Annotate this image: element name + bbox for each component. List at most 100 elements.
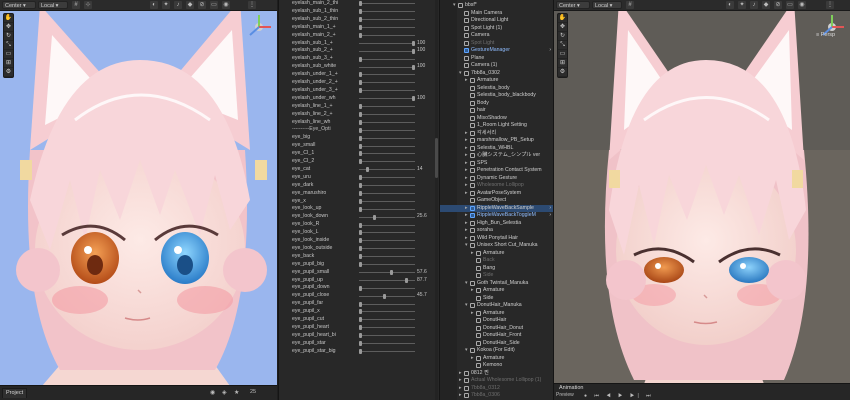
- blendshape-slider-handle[interactable]: [359, 9, 362, 15]
- hierarchy-item[interactable]: ▸ Actual Wholesome Lollipop (1): [440, 377, 553, 385]
- hierarchy-item[interactable]: Spot Light: [440, 40, 553, 48]
- blendshape-slider-handle[interactable]: [412, 96, 415, 102]
- blendshape-slider-track[interactable]: [359, 303, 415, 305]
- scale-tool-icon[interactable]: ⤡: [4, 41, 13, 50]
- 2d-toggle-icon[interactable]: ◐: [150, 1, 158, 9]
- blendshape-slider-handle[interactable]: [359, 119, 362, 125]
- star-icon[interactable]: ★: [234, 389, 239, 396]
- blendshape-slider-track[interactable]: [359, 106, 415, 108]
- collapsed-arrow-icon[interactable]: ▸: [465, 182, 468, 190]
- blendshape-slider-track[interactable]: [359, 113, 415, 115]
- hierarchy-item[interactable]: ▾ Kokoa (For Edit): [440, 347, 553, 355]
- rect-tool-icon[interactable]: ▭: [4, 50, 13, 59]
- blendshape-slider-handle[interactable]: [359, 183, 362, 189]
- blendshape-slider-handle[interactable]: [359, 72, 362, 78]
- hand-tool-icon[interactable]: ✋: [4, 14, 13, 23]
- blendshape-slider-handle[interactable]: [359, 309, 362, 315]
- blendshape-slider-track[interactable]: [359, 34, 415, 36]
- rotate-tool-icon[interactable]: ↻: [4, 32, 13, 41]
- scene-camera-icon-right[interactable]: ▭: [786, 1, 794, 9]
- hierarchy-item[interactable]: ▸ 心臓システム_シンプル ver: [440, 152, 553, 160]
- blendshape-slider-track[interactable]: [359, 216, 415, 218]
- prefab-open-arrow-icon[interactable]: ›: [549, 205, 551, 213]
- grid-snap-icon[interactable]: #: [72, 1, 80, 9]
- move-tool-icon[interactable]: ✥: [4, 23, 13, 32]
- increment-snap-icon[interactable]: ⊹: [84, 1, 92, 9]
- hierarchy-item[interactable]: ▸ 각세서리: [440, 130, 553, 138]
- blendshape-slider-track[interactable]: [359, 74, 415, 76]
- blendshape-slider-handle[interactable]: [359, 341, 362, 347]
- hierarchy-item[interactable]: hair: [440, 107, 553, 115]
- blendshape-slider-handle[interactable]: [359, 159, 362, 165]
- blendshape-slider-track[interactable]: [359, 311, 415, 313]
- scene-camera-icon[interactable]: ▭: [210, 1, 218, 9]
- hierarchy-item[interactable]: ▸ 0812 찐: [440, 370, 553, 378]
- hierarchy-item[interactable]: ▾ DonutHair_Manuka: [440, 302, 553, 310]
- hierarchy-item[interactable]: ▸ soraha: [440, 227, 553, 235]
- blendshape-slider-handle[interactable]: [359, 246, 362, 252]
- collapsed-arrow-icon[interactable]: ▸: [465, 160, 468, 168]
- expanded-arrow-icon[interactable]: ▾: [465, 347, 468, 355]
- blendshape-slider-track[interactable]: [359, 98, 415, 100]
- hierarchy-item[interactable]: ▾ 7bb8a_0302: [440, 70, 553, 78]
- blendshape-slider-handle[interactable]: [359, 222, 362, 228]
- blendshape-slider-handle[interactable]: [359, 1, 362, 7]
- blendshape-slider-track[interactable]: [359, 3, 415, 5]
- blendshape-slider-handle[interactable]: [412, 40, 415, 46]
- hidden-objects-icon-right[interactable]: ⊘: [774, 1, 782, 9]
- expanded-arrow-icon[interactable]: ▾: [465, 242, 468, 250]
- hierarchy-item[interactable]: ▸ marshmallow_PB_Setup: [440, 137, 553, 145]
- hierarchy-item[interactable]: ▸ Selestia_WHBL: [440, 145, 553, 153]
- space-dropdown-right[interactable]: Local ▾: [592, 1, 622, 9]
- collapsed-arrow-icon[interactable]: ▸: [465, 235, 468, 243]
- hierarchy-item[interactable]: Main Camera: [440, 10, 553, 18]
- lighting-toggle-icon-right[interactable]: ✦: [738, 1, 746, 9]
- collapsed-arrow-icon[interactable]: ▸: [459, 392, 462, 400]
- hierarchy-item[interactable]: Camera (1): [440, 62, 553, 70]
- collapsed-arrow-icon[interactable]: ▸: [471, 287, 474, 295]
- hierarchy-item[interactable]: ▾ Unisex Short Cut_Manuka: [440, 242, 553, 250]
- blendshape-slider-track[interactable]: [359, 327, 415, 329]
- hierarchy-item[interactable]: ▸ Armature: [440, 310, 553, 318]
- gizmos-icon[interactable]: ◉: [222, 1, 230, 9]
- collapsed-arrow-icon[interactable]: ▸: [465, 212, 468, 220]
- custom-tool-icon-right[interactable]: ⚙: [558, 68, 567, 77]
- blendshape-slider-handle[interactable]: [383, 293, 387, 299]
- blendshape-slider-track[interactable]: [359, 27, 415, 29]
- blendshape-slider-handle[interactable]: [359, 317, 362, 323]
- hierarchy-item[interactable]: ▸ SPS: [440, 160, 553, 168]
- blendshape-slider-handle[interactable]: [389, 269, 393, 275]
- blendshape-slider-track[interactable]: [359, 224, 415, 226]
- blendshape-slider-handle[interactable]: [359, 198, 362, 204]
- 2d-toggle-icon-right[interactable]: ◐: [726, 1, 734, 9]
- collapsed-arrow-icon[interactable]: ▸: [465, 167, 468, 175]
- blendshape-slider-track[interactable]: [359, 121, 415, 123]
- hierarchy-item[interactable]: ▸ Armature: [440, 250, 553, 258]
- blendshape-slider-track[interactable]: [359, 343, 415, 345]
- blendshape-slider-track[interactable]: [359, 50, 415, 52]
- scene-menu-icon-right[interactable]: ⋮: [826, 1, 834, 9]
- blendshape-slider-track[interactable]: [359, 177, 415, 179]
- blendshape-slider-track[interactable]: [359, 200, 415, 202]
- inspector-scrollbar[interactable]: [435, 0, 438, 400]
- blendshape-slider-handle[interactable]: [359, 238, 362, 244]
- collapsed-arrow-icon[interactable]: ▸: [465, 130, 468, 138]
- hierarchy-item[interactable]: ▸ Penetration Contact System: [440, 167, 553, 175]
- hierarchy-item[interactable]: Spot Light (1): [440, 25, 553, 33]
- hierarchy-item[interactable]: ▾ bbsf*: [440, 2, 553, 10]
- space-dropdown[interactable]: Local ▾: [38, 1, 68, 9]
- playback-controls[interactable]: ● ⏮ ◀ ▶ ▶| ⏭: [584, 393, 654, 399]
- rotate-tool-icon-right[interactable]: ↻: [558, 32, 567, 41]
- hierarchy-item[interactable]: DonutHair_Donut: [440, 325, 553, 333]
- collapsed-arrow-icon[interactable]: ▸: [465, 227, 468, 235]
- blendshape-slider-handle[interactable]: [359, 230, 362, 236]
- hierarchy-item[interactable]: Bang: [440, 265, 553, 273]
- collapsed-arrow-icon[interactable]: ▸: [465, 145, 468, 153]
- blendshape-slider-handle[interactable]: [359, 135, 362, 141]
- expanded-arrow-icon[interactable]: ▾: [465, 280, 468, 288]
- custom-tool-icon[interactable]: ⚙: [4, 68, 13, 77]
- lighting-toggle-icon[interactable]: ✦: [162, 1, 170, 9]
- grid-snap-icon-right[interactable]: #: [626, 1, 634, 9]
- project-tab[interactable]: Project: [2, 388, 28, 398]
- hierarchy-item[interactable]: ▸ RippleWaveBackSample ›: [440, 204, 553, 213]
